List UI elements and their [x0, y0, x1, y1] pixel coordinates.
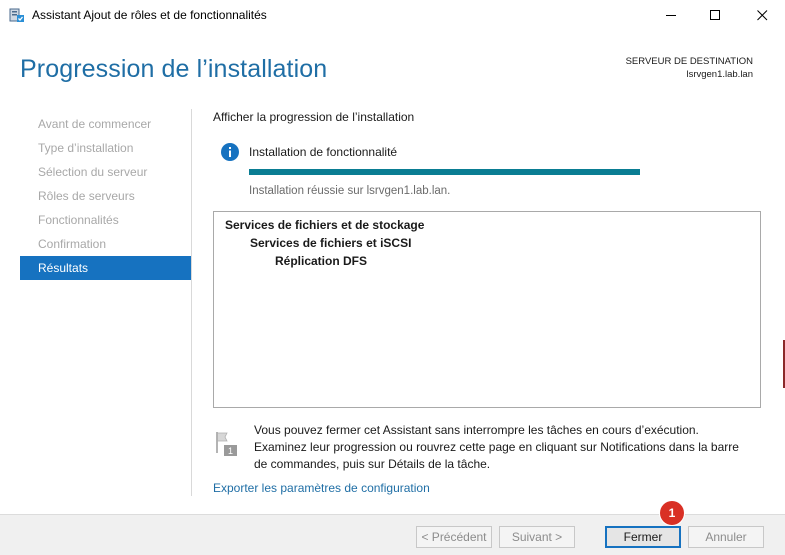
close-button[interactable]: Fermer: [605, 526, 681, 548]
notification-count: 1: [228, 446, 233, 456]
nav-item-confirmation[interactable]: Confirmation: [20, 232, 191, 256]
nav-item-server-roles[interactable]: Rôles de serveurs: [20, 184, 191, 208]
content-heading: Afficher la progression de l’installatio…: [213, 110, 415, 124]
info-icon: [220, 142, 240, 162]
nav-item-results[interactable]: Résultats: [20, 256, 191, 280]
wizard-steps-nav: Avant de commencer Type d’installation S…: [20, 112, 191, 280]
installation-progress-bar: [249, 169, 640, 175]
installation-status-text: Installation réussie sur lsrvgen1.lab.la…: [249, 185, 451, 197]
close-icon: [756, 10, 768, 21]
nav-item-features[interactable]: Fonctionnalités: [20, 208, 191, 232]
window-title: Assistant Ajout de rôles et de fonctionn…: [32, 8, 267, 22]
next-button[interactable]: Suivant >: [499, 526, 575, 548]
notification-flag-icon: 1: [215, 431, 239, 457]
title-bar[interactable]: Assistant Ajout de rôles et de fonctionn…: [0, 0, 785, 31]
result-item: Services de fichiers et iSCSI: [250, 236, 412, 250]
nav-item-server-selection[interactable]: Sélection du serveur: [20, 160, 191, 184]
info-note: Vous pouvez fermer cet Assistant sans in…: [254, 423, 739, 471]
close-window-button[interactable]: [739, 0, 785, 31]
nav-divider: [191, 109, 192, 496]
result-item: Réplication DFS: [275, 254, 368, 268]
feature-installation-label: Installation de fonctionnalité: [249, 145, 398, 159]
minimize-button[interactable]: [648, 0, 694, 31]
cancel-button[interactable]: Annuler: [688, 526, 764, 548]
destination-label: SERVEUR DE DESTINATION: [625, 56, 753, 67]
maximize-button[interactable]: [692, 0, 738, 31]
nav-item-installation-type[interactable]: Type d’installation: [20, 136, 191, 160]
results-list[interactable]: Services de fichiers et de stockage Serv…: [213, 211, 761, 408]
result-item: Services de fichiers et de stockage: [225, 218, 425, 232]
progress-fill: [249, 169, 640, 175]
destination-server: lsrvgen1.lab.lan: [686, 69, 753, 80]
minimize-icon: [665, 10, 677, 21]
nav-item-before-you-begin[interactable]: Avant de commencer: [20, 112, 191, 136]
export-configuration-link[interactable]: Exporter les paramètres de configuration: [213, 481, 430, 495]
server-wizard-icon: [9, 7, 25, 23]
page-title: Progression de l’installation: [20, 55, 328, 83]
step-annotation-badge: 1: [660, 501, 684, 525]
previous-button[interactable]: < Précédent: [416, 526, 492, 548]
maximize-icon: [709, 10, 721, 21]
